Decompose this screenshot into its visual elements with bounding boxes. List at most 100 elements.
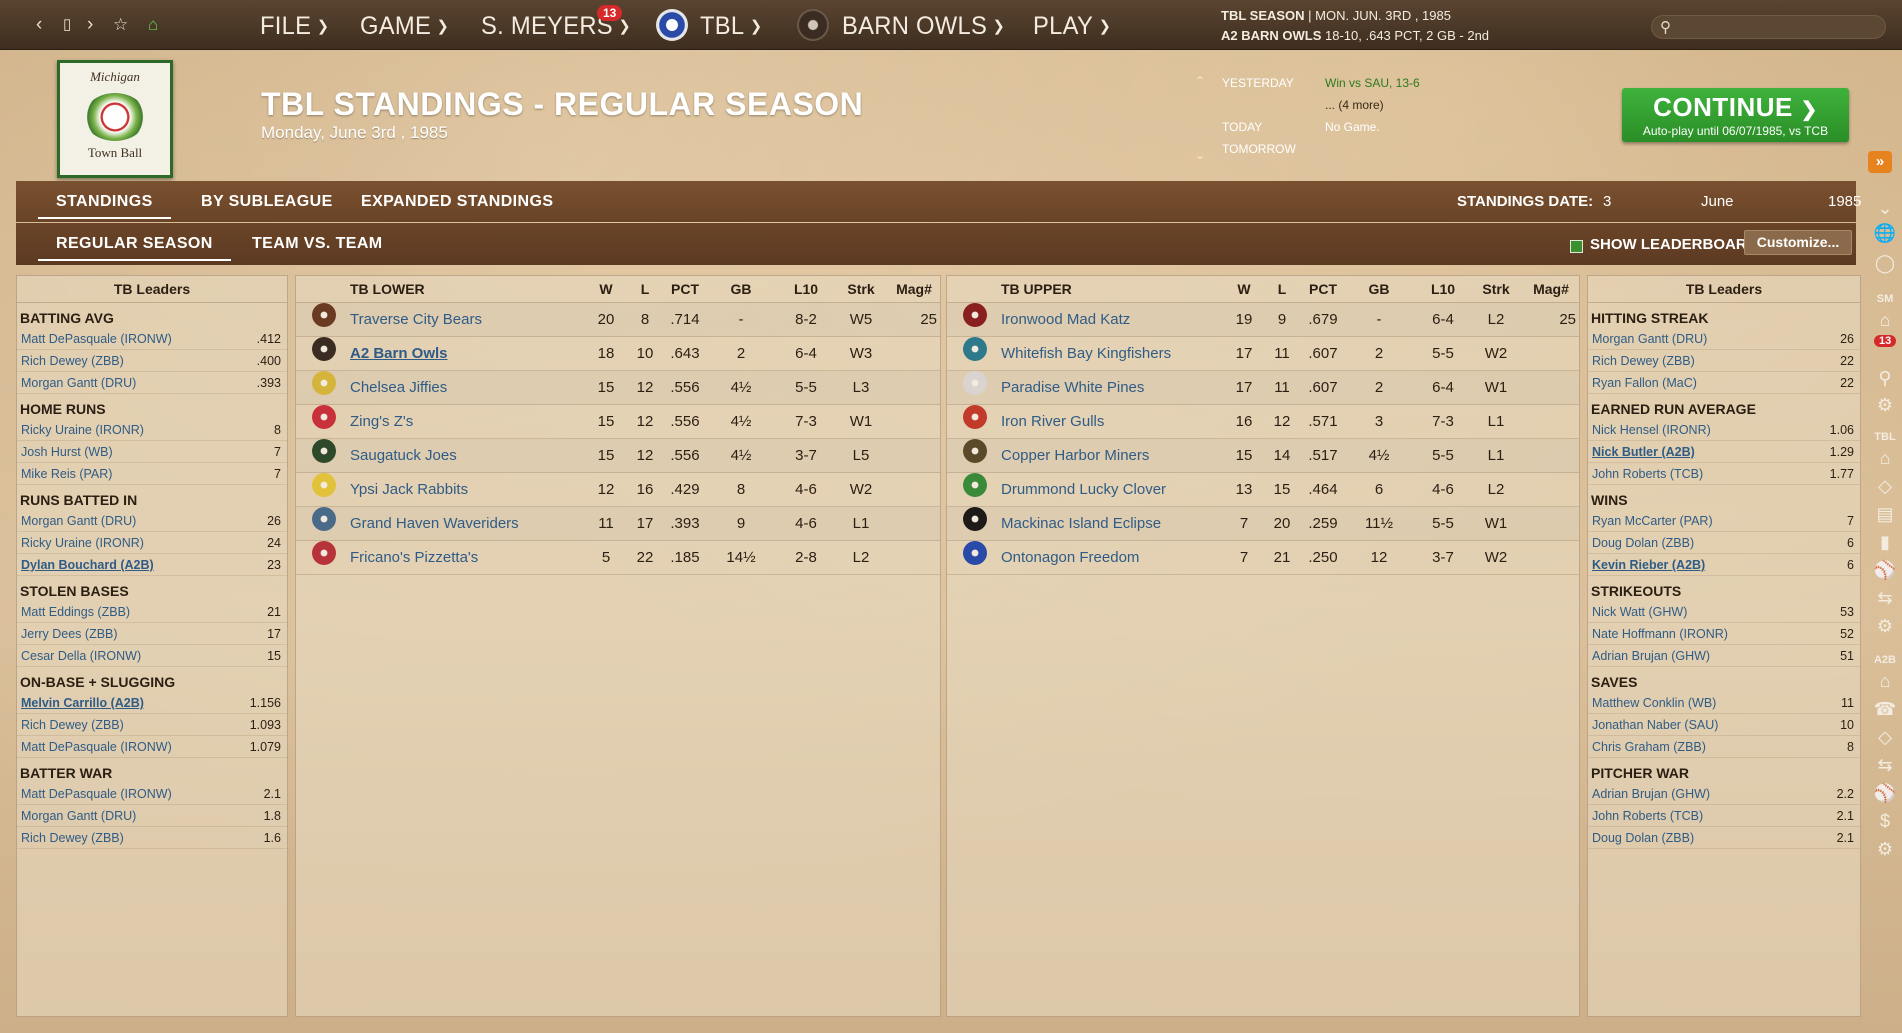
diamond-icon[interactable]: ◇ (1872, 476, 1898, 497)
leader-player-link[interactable]: Doug Dolan (ZBB) (1592, 536, 1694, 550)
leader-player-link[interactable]: Morgan Gantt (DRU) (21, 514, 136, 528)
standings-row[interactable]: Chelsea Jiffies 15 12 .556 4½ 5-5 L3 (296, 371, 940, 405)
tab-standings[interactable]: STANDINGS (38, 193, 171, 219)
col-gb[interactable]: GB (716, 276, 766, 303)
tab-expanded-standings[interactable]: EXPANDED STANDINGS (361, 193, 553, 211)
leader-player-link[interactable]: Jerry Dees (ZBB) (21, 627, 118, 641)
standings-row[interactable]: Zing's Z's 15 12 .556 4½ 7-3 W1 (296, 405, 940, 439)
team-name-link[interactable]: Copper Harbor Miners (1001, 439, 1149, 473)
standings-year-select[interactable]: 1985 (1828, 193, 1861, 210)
standings-row[interactable]: Whitefish Bay Kingfishers 17 11 .607 2 5-5 W2 (947, 337, 1579, 371)
standings-row[interactable]: Ironwood Mad Katz 19 9 .679 - 6-4 L2 25 (947, 303, 1579, 337)
menu-team[interactable]: BARN OWLS ❯ (842, 12, 1005, 41)
tab-by-subleague[interactable]: BY SUBLEAGUE (201, 193, 333, 211)
standings-row[interactable]: Saugatuck Joes 15 12 .556 4½ 3-7 L5 (296, 439, 940, 473)
team-name-link[interactable]: Ontonagon Freedom (1001, 541, 1139, 575)
standings-row[interactable]: A2 Barn Owls 18 10 .643 2 6-4 W3 (296, 337, 940, 371)
standings-row[interactable]: Mackinac Island Eclipse 7 20 .259 11½ 5-5 W1 (947, 507, 1579, 541)
diamond-icon[interactable]: ◇ (1872, 727, 1898, 748)
col-pct[interactable]: PCT (1298, 276, 1348, 303)
standings-row[interactable]: Ontonagon Freedom 7 21 .250 12 3-7 W2 (947, 541, 1579, 575)
team-name-link[interactable]: Ironwood Mad Katz (1001, 303, 1130, 337)
home-icon[interactable]: ⌂ (1872, 671, 1898, 692)
chevron-up-icon[interactable]: ⌃ (1195, 70, 1205, 92)
leader-player-link[interactable]: Ryan Fallon (MaC) (1592, 376, 1697, 390)
team-name-link[interactable]: Traverse City Bears (350, 303, 482, 337)
trade-icon[interactable]: ⇆ (1872, 588, 1898, 609)
leader-player-link[interactable]: Nick Hensel (IRONR) (1592, 423, 1711, 437)
globe-icon[interactable]: 🌐 (1872, 223, 1898, 244)
show-leaderboards-checkbox[interactable] (1570, 240, 1583, 253)
leader-player-link[interactable]: Adrian Brujan (GHW) (1592, 787, 1710, 801)
more-games-link[interactable]: ... (4 more) (1325, 94, 1525, 116)
leader-player-link[interactable]: Adrian Brujan (GHW) (1592, 649, 1710, 663)
standings-row[interactable]: Traverse City Bears 20 8 .714 - 8-2 W5 25 (296, 303, 940, 337)
leader-player-link[interactable]: Matt DePasquale (IRONW) (21, 787, 172, 801)
col-pct[interactable]: PCT (660, 276, 710, 303)
team-name-link[interactable]: A2 Barn Owls (350, 337, 448, 371)
search-input[interactable]: ⚲ (1651, 15, 1886, 39)
leader-player-link[interactable]: Morgan Gantt (DRU) (1592, 332, 1707, 346)
col-mag[interactable]: Mag# (1526, 276, 1576, 303)
standings-row[interactable]: Grand Haven Waveriders 11 17 .393 9 4-6 L1 (296, 507, 940, 541)
col-gb[interactable]: GB (1354, 276, 1404, 303)
stats-icon[interactable]: ▮ (1872, 532, 1898, 553)
leader-player-link[interactable]: Rich Dewey (ZBB) (21, 831, 124, 845)
continue-button[interactable]: CONTINUE ❯ Auto-play until 06/07/1985, v… (1622, 88, 1849, 142)
gear-icon[interactable]: ⚙ (1872, 616, 1898, 637)
team-name-link[interactable]: Fricano's Pizzetta's (350, 541, 478, 575)
col-l[interactable]: L (630, 276, 660, 303)
search-icon[interactable]: ⚲ (1872, 368, 1898, 389)
leader-player-link[interactable]: Jonathan Naber (SAU) (1592, 718, 1718, 732)
dollar-icon[interactable]: $ (1872, 811, 1898, 832)
show-leaderboards-label[interactable]: SHOW LEADERBOARDS (1590, 236, 1768, 253)
yesterday-result[interactable]: Win vs SAU, 13-6 (1325, 72, 1525, 94)
leader-player-link[interactable]: Rich Dewey (ZBB) (21, 354, 124, 368)
home-icon[interactable]: ⌂ (1872, 310, 1898, 331)
team-name-link[interactable]: Whitefish Bay Kingfishers (1001, 337, 1171, 371)
leader-player-link[interactable]: Cesar Della (IRONW) (21, 649, 141, 663)
col-w[interactable]: W (1229, 276, 1259, 303)
team-name-link[interactable]: Drummond Lucky Clover (1001, 473, 1166, 507)
standings-row[interactable]: Copper Harbor Miners 15 14 .517 4½ 5-5 L1 (947, 439, 1579, 473)
team-name-link[interactable]: Saugatuck Joes (350, 439, 457, 473)
leader-player-link[interactable]: Matthew Conklin (WB) (1592, 696, 1716, 710)
leader-player-link[interactable]: Kevin Rieber (A2B) (1592, 558, 1705, 572)
menu-play[interactable]: PLAY ❯ (1033, 12, 1111, 41)
trade-icon[interactable]: ⇆ (1872, 755, 1898, 776)
team-name-link[interactable]: Zing's Z's (350, 405, 413, 439)
standings-month-select[interactable]: June (1701, 193, 1734, 210)
customize-button[interactable]: Customize... (1744, 230, 1852, 255)
tab-team-vs-team[interactable]: TEAM VS. TEAM (252, 235, 383, 253)
team-name-link[interactable]: Chelsea Jiffies (350, 371, 447, 405)
chevron-down-icon[interactable]: ⌄ (1195, 144, 1205, 166)
sidebar-notification-badge[interactable]: 13 (1874, 335, 1897, 347)
back-icon[interactable]: ‹ (36, 12, 42, 38)
notification-badge[interactable]: 13 (597, 5, 623, 21)
star-icon[interactable]: ☆ (113, 12, 128, 38)
standings-day-select[interactable]: 3 (1603, 193, 1611, 210)
col-strk[interactable]: Strk (831, 276, 891, 303)
leader-player-link[interactable]: Matt Eddings (ZBB) (21, 605, 130, 619)
leader-player-link[interactable]: Chris Graham (ZBB) (1592, 740, 1706, 754)
tab-regular-season[interactable]: REGULAR SEASON (38, 235, 231, 261)
chevron-down-icon[interactable]: ⌄ (1872, 198, 1898, 219)
baseball-icon[interactable]: ⚾ (1872, 783, 1898, 804)
baseball-icon[interactable]: ⚾ (1872, 560, 1898, 581)
team-name-link[interactable]: Mackinac Island Eclipse (1001, 507, 1161, 541)
leader-player-link[interactable]: John Roberts (TCB) (1592, 809, 1703, 823)
col-strk[interactable]: Strk (1466, 276, 1526, 303)
leader-player-link[interactable]: Matt DePasquale (IRONW) (21, 740, 172, 754)
phone-icon[interactable]: ☎ (1872, 699, 1898, 720)
gear-icon[interactable]: ⚙ (1872, 395, 1898, 416)
leader-player-link[interactable]: Ryan McCarter (PAR) (1592, 514, 1713, 528)
forward-icon[interactable]: › (87, 12, 93, 38)
leader-player-link[interactable]: Matt DePasquale (IRONW) (21, 332, 172, 346)
leader-player-link[interactable]: Morgan Gantt (DRU) (21, 376, 136, 390)
standings-row[interactable]: Drummond Lucky Clover 13 15 .464 6 4-6 L2 (947, 473, 1579, 507)
leader-player-link[interactable]: Rich Dewey (ZBB) (21, 718, 124, 732)
leader-player-link[interactable]: Ricky Uraine (IRONR) (21, 536, 144, 550)
leader-player-link[interactable]: Melvin Carrillo (A2B) (21, 696, 144, 710)
leader-player-link[interactable]: Josh Hurst (WB) (21, 445, 113, 459)
gear-icon[interactable]: ⚙ (1872, 839, 1898, 860)
